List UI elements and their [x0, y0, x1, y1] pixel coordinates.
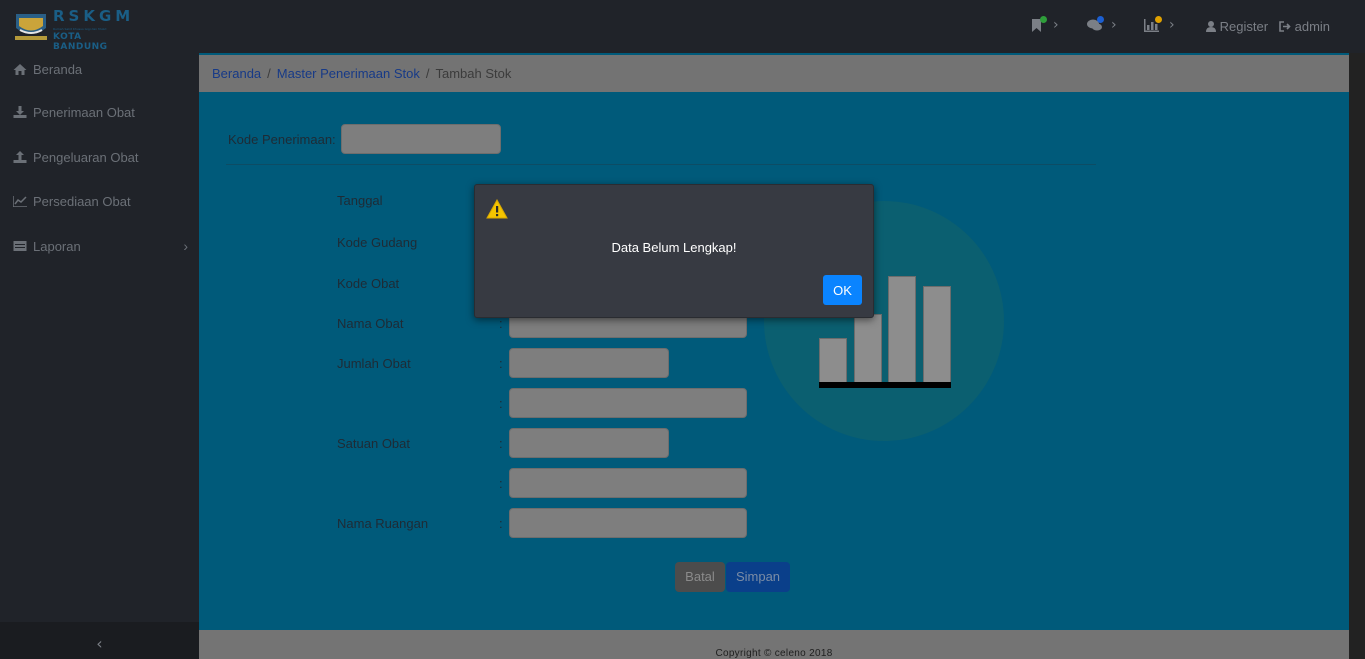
main-content: Beranda / Master Penerimaan Stok / Tambah St… — [199, 53, 1349, 630]
colon-separator: : — [499, 316, 503, 331]
user-icon — [1206, 21, 1216, 32]
colon-separator: : — [332, 132, 336, 147]
breadcrumb-current: Tambah Stok — [435, 66, 512, 81]
sidebar-item-label: Persediaan Obat — [33, 193, 131, 209]
admin-label: admin — [1294, 19, 1331, 34]
warning-icon — [486, 199, 508, 219]
nama-ruangan-label: Nama Ruangan — [337, 516, 429, 531]
nama-obat-label: Nama Obat — [337, 316, 404, 331]
city-emblem-icon — [15, 14, 47, 40]
illustration-bar — [923, 286, 951, 384]
brand-logo[interactable]: RSKGM Rumah Sakit Khusus Gigi dan Mulut … — [14, 7, 135, 52]
alert-dialog: Data Belum Lengkap! OK — [474, 184, 874, 318]
bookmark-notification[interactable]: › — [1031, 16, 1059, 35]
kode-obat-label: Kode Obat — [337, 276, 400, 291]
colon-separator: : — [499, 396, 503, 411]
chevron-left-icon: ‹ — [96, 634, 103, 653]
sign-out-icon — [1279, 21, 1291, 32]
brand-title: RSKGM — [53, 7, 135, 25]
chevron-right-icon: › — [183, 238, 188, 254]
jumlah-obat-field[interactable] — [509, 348, 669, 378]
kode-penerimaan-field[interactable] — [341, 124, 501, 154]
satuan-obat-label: Satuan Obat — [337, 436, 410, 451]
simpan-button[interactable]: Simpan — [726, 562, 790, 592]
chevron-right-icon: › — [1053, 17, 1059, 33]
kode-penerimaan-label: Kode Penerimaan — [228, 132, 333, 147]
brand-tagline: Rumah Sakit Khusus Gigi dan Mulut — [53, 27, 107, 31]
status-dot — [1155, 16, 1162, 23]
jumlah-obat-label: Jumlah Obat — [337, 356, 411, 371]
colon-separator: : — [499, 476, 503, 491]
sidebar-item-label: Pengeluaran Obat — [33, 149, 139, 165]
colon-separator: : — [499, 356, 503, 371]
register-link[interactable]: Register — [1206, 19, 1268, 34]
breadcrumb-separator: / — [425, 66, 430, 81]
table-icon — [13, 241, 27, 251]
satuan-obat-extra-field[interactable] — [509, 468, 747, 498]
home-icon — [13, 63, 27, 75]
sidebar-item-label: Beranda — [33, 61, 83, 77]
footer: Copyright © celeno 2018 — [199, 630, 1349, 659]
colon-separator: : — [499, 436, 503, 451]
sidebar-item-laporan[interactable]: Laporan › — [13, 236, 188, 256]
breadcrumb: Beranda / Master Penerimaan Stok / Tambah St… — [199, 55, 1349, 92]
dialog-message: Data Belum Lengkap! — [611, 240, 737, 255]
scrollbar-track[interactable] — [1349, 53, 1365, 659]
chevron-right-icon: › — [1111, 17, 1117, 33]
top-navbar: RSKGM Rumah Sakit Khusus Gigi dan Mulut … — [0, 0, 1365, 53]
batal-button[interactable]: Batal — [675, 562, 725, 592]
brand-subtitle: KOTA BANDUNG — [53, 32, 108, 52]
illustration-bar — [854, 314, 882, 384]
copyright-text: Copyright © celeno 2018 — [715, 648, 833, 659]
sidebar-item-beranda[interactable]: Beranda — [13, 59, 82, 79]
sidebar-item-label: Laporan — [33, 238, 81, 254]
illustration-baseline — [819, 382, 951, 388]
form-divider — [226, 164, 1096, 165]
ok-button[interactable]: OK — [823, 275, 862, 305]
breadcrumb-home[interactable]: Beranda — [212, 66, 261, 81]
sidebar-item-pengeluaran-obat[interactable]: Pengeluaran Obat — [13, 147, 139, 167]
jumlah-obat-extra-field[interactable] — [509, 388, 747, 418]
illustration-bar — [888, 276, 916, 384]
sidebar-item-label: Penerimaan Obat — [33, 104, 135, 120]
kode-gudang-label: Kode Gudang — [337, 235, 418, 250]
nama-ruangan-field[interactable] — [509, 508, 747, 538]
satuan-obat-field[interactable] — [509, 428, 669, 458]
colon-separator: : — [499, 516, 503, 531]
status-dot — [1040, 16, 1047, 23]
sidebar-collapse-button[interactable]: ‹ — [0, 622, 199, 659]
status-dot — [1097, 16, 1104, 23]
download-icon — [13, 106, 27, 118]
chevron-right-icon: › — [1169, 17, 1175, 33]
tanggal-label: Tanggal — [337, 193, 383, 208]
upload-icon — [13, 151, 27, 163]
line-chart-icon — [13, 195, 27, 207]
register-label: Register — [1219, 19, 1269, 34]
sidebar-item-penerimaan-obat[interactable]: Penerimaan Obat — [13, 102, 135, 122]
admin-logout-link[interactable]: admin — [1279, 19, 1330, 34]
comments-notification[interactable]: › — [1087, 16, 1117, 35]
sidebar-item-persediaan-obat[interactable]: Persediaan Obat — [13, 191, 131, 211]
sidebar: Beranda Penerimaan Obat Pengeluaran Obat… — [0, 53, 199, 622]
breadcrumb-parent[interactable]: Master Penerimaan Stok — [277, 66, 420, 81]
stats-notification[interactable]: › — [1144, 16, 1175, 35]
breadcrumb-separator: / — [267, 66, 271, 81]
illustration-bar — [819, 338, 847, 384]
